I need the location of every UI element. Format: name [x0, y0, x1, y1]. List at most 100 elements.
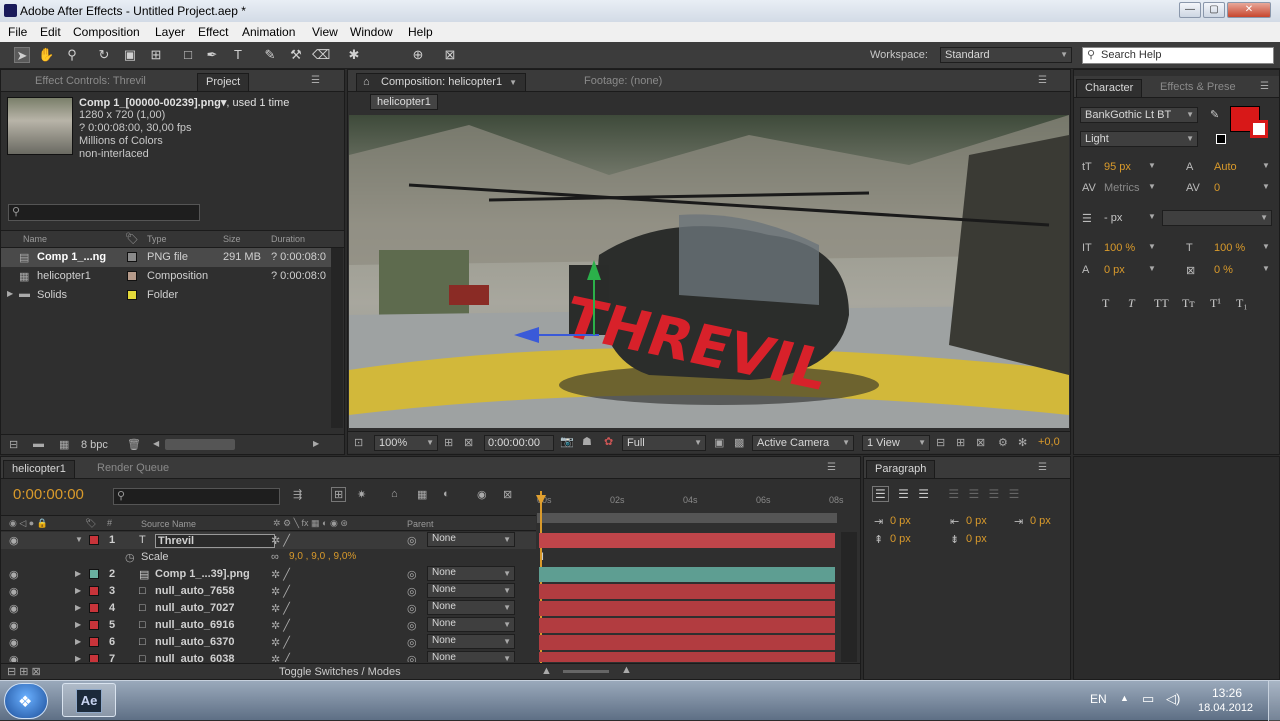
small-caps-button[interactable]: Tт: [1182, 296, 1195, 311]
panel-menu-icon[interactable]: ☰: [311, 75, 320, 86]
trash-icon[interactable]: 🗑: [127, 438, 141, 451]
work-area-bar[interactable]: [537, 513, 837, 523]
pixel-aspect-icon[interactable]: ⊟: [936, 436, 945, 449]
layer-switches[interactable]: ✲ ╱: [271, 585, 290, 598]
layer-name[interactable]: Comp 1_...39].png: [155, 568, 250, 580]
label-col-icon[interactable]: 🏷: [85, 518, 96, 529]
label-swatch[interactable]: [127, 290, 137, 300]
exposure-value[interactable]: +0,0: [1038, 436, 1060, 448]
col-parent[interactable]: Parent: [407, 519, 434, 529]
layer-switches[interactable]: ✲ ╱: [271, 619, 290, 632]
layer-switches[interactable]: ✲ ╱: [271, 636, 290, 649]
vertical-scale-value[interactable]: 100 %: [1104, 242, 1135, 254]
expand-triangle-icon[interactable]: ▶: [7, 289, 13, 298]
number-col-icon[interactable]: #: [107, 518, 112, 528]
link-icon[interactable]: ∞: [271, 551, 279, 563]
layer-label-swatch[interactable]: [89, 569, 99, 579]
comp-mini-flowchart-icon[interactable]: ⇶: [293, 488, 302, 501]
flowchart-icon[interactable]: ⚙: [998, 436, 1008, 449]
layer-switches[interactable]: ✲ ╱: [271, 653, 290, 662]
show-hidden-icons[interactable]: ▲: [1120, 693, 1129, 703]
show-snapshot-icon[interactable]: ☗: [582, 435, 592, 448]
expand-triangle-icon[interactable]: ▶: [75, 620, 81, 629]
eraser-tool-icon[interactable]: ⌫: [312, 47, 330, 63]
mask-icon[interactable]: ⊠: [464, 436, 473, 449]
kerning-value[interactable]: Metrics: [1104, 182, 1139, 194]
av-switches-icon[interactable]: ◉ ◁ ● 🔒: [9, 518, 48, 529]
justify-center-icon[interactable]: ☰: [968, 487, 979, 501]
font-style-dropdown[interactable]: Light: [1080, 131, 1198, 147]
time-ruler[interactable]: 00s 02s 04s 06s 08s: [536, 483, 849, 671]
font-family-dropdown[interactable]: BankGothic Lt BT: [1080, 107, 1198, 123]
stroke-width-value[interactable]: - px: [1104, 212, 1122, 224]
always-preview-icon[interactable]: ⊡: [354, 436, 363, 449]
eyedropper-icon[interactable]: ✎: [1210, 108, 1219, 121]
layer-duration-bar[interactable]: [539, 618, 835, 633]
faux-italic-button[interactable]: T: [1128, 296, 1135, 311]
zoom-tool-icon[interactable]: ⚲: [64, 47, 80, 63]
timeline-timecode[interactable]: 0:00:00:00: [13, 486, 84, 503]
eye-icon[interactable]: ◉: [9, 619, 19, 632]
shy-icon[interactable]: ⌂: [391, 488, 398, 500]
motion-blur-icon[interactable]: ◐: [443, 488, 450, 500]
channel-icon[interactable]: ✿: [604, 435, 613, 448]
layer-label-swatch[interactable]: [89, 620, 99, 630]
align-right-icon[interactable]: ☰: [918, 487, 929, 501]
first-line-indent-value[interactable]: 0 px: [1030, 515, 1051, 527]
grid-icon[interactable]: ⊞: [444, 436, 453, 449]
project-search-input[interactable]: ⚲: [8, 204, 200, 221]
frame-blend-icon[interactable]: ▦: [417, 488, 427, 501]
interpret-footage-icon[interactable]: ⊟: [9, 438, 18, 451]
menu-window[interactable]: Window: [350, 25, 393, 39]
eye-icon[interactable]: ◉: [9, 602, 19, 615]
horizontal-scale-value[interactable]: 100 %: [1214, 242, 1245, 254]
zoom-dropdown[interactable]: 100%: [374, 435, 438, 451]
parent-dropdown[interactable]: None: [427, 600, 515, 615]
scale-value[interactable]: 9,0 , 9,0 , 9,0%: [289, 551, 356, 562]
menu-animation[interactable]: Animation: [242, 25, 295, 39]
layer-label-swatch[interactable]: [89, 535, 99, 545]
justify-right-icon[interactable]: ☰: [989, 487, 1000, 501]
composition-viewer[interactable]: THREVIL: [349, 115, 1069, 428]
layer-duration-bar[interactable]: [539, 635, 835, 650]
scroll-right-icon[interactable]: ▶: [313, 439, 319, 448]
parent-pickwhip-icon[interactable]: ◎: [407, 568, 417, 581]
layer-row[interactable]: ◉ ▶ 6 □ null_auto_6370 ✲ ╱ ◎ None: [1, 634, 536, 651]
panel-menu-icon[interactable]: ☰: [827, 462, 836, 473]
live-update-icon[interactable]: ⊞: [331, 487, 347, 502]
expand-triangle-icon[interactable]: ▶: [75, 569, 81, 578]
zoom-slider[interactable]: [563, 670, 609, 673]
parent-dropdown[interactable]: None: [427, 583, 515, 598]
new-comp-icon[interactable]: ▦: [59, 438, 69, 451]
col-type[interactable]: Type: [147, 234, 167, 244]
zoom-in-icon[interactable]: ▲: [621, 664, 632, 676]
transparency-grid-icon[interactable]: ▩: [734, 436, 744, 449]
layer-duration-bar[interactable]: [539, 533, 835, 548]
layer-duration-bar[interactable]: [539, 584, 835, 599]
tracking-value[interactable]: 0: [1214, 182, 1220, 194]
eye-icon[interactable]: ◉: [9, 585, 19, 598]
timeline-search-input[interactable]: ⚲: [113, 488, 280, 505]
parent-pickwhip-icon[interactable]: ◎: [407, 534, 417, 547]
indent-left-value[interactable]: 0 px: [890, 515, 911, 527]
project-scrollbar[interactable]: [331, 248, 343, 428]
layer-name[interactable]: null_auto_6370: [155, 636, 234, 648]
chevron-down-icon[interactable]: ▼: [1148, 161, 1156, 170]
stroke-color-swatch[interactable]: [1250, 120, 1268, 138]
space-after-value[interactable]: 0 px: [966, 533, 987, 545]
panel-menu-icon[interactable]: ☰: [1038, 462, 1047, 473]
eye-icon[interactable]: ◉: [9, 534, 19, 547]
draft-3d-icon[interactable]: ✷: [357, 488, 366, 501]
start-button[interactable]: ❖: [4, 683, 48, 719]
align-center-icon[interactable]: ☰: [898, 487, 909, 501]
leading-value[interactable]: Auto: [1214, 161, 1237, 173]
all-caps-button[interactable]: TT: [1154, 296, 1169, 311]
chevron-down-icon[interactable]: ▼: [1262, 264, 1270, 273]
region-icon[interactable]: ▣: [714, 436, 724, 449]
layer-name[interactable]: Threvil: [155, 534, 276, 548]
scale-property-row[interactable]: ◷ Scale ∞ 9,0 , 9,0 , 9,0%: [1, 549, 536, 566]
menu-help[interactable]: Help: [408, 25, 433, 39]
label-swatch[interactable]: [127, 271, 137, 281]
project-item-solids[interactable]: ▶ ▬ Solids Folder: [1, 286, 331, 305]
clone-tool-icon[interactable]: ⚒: [288, 47, 304, 63]
